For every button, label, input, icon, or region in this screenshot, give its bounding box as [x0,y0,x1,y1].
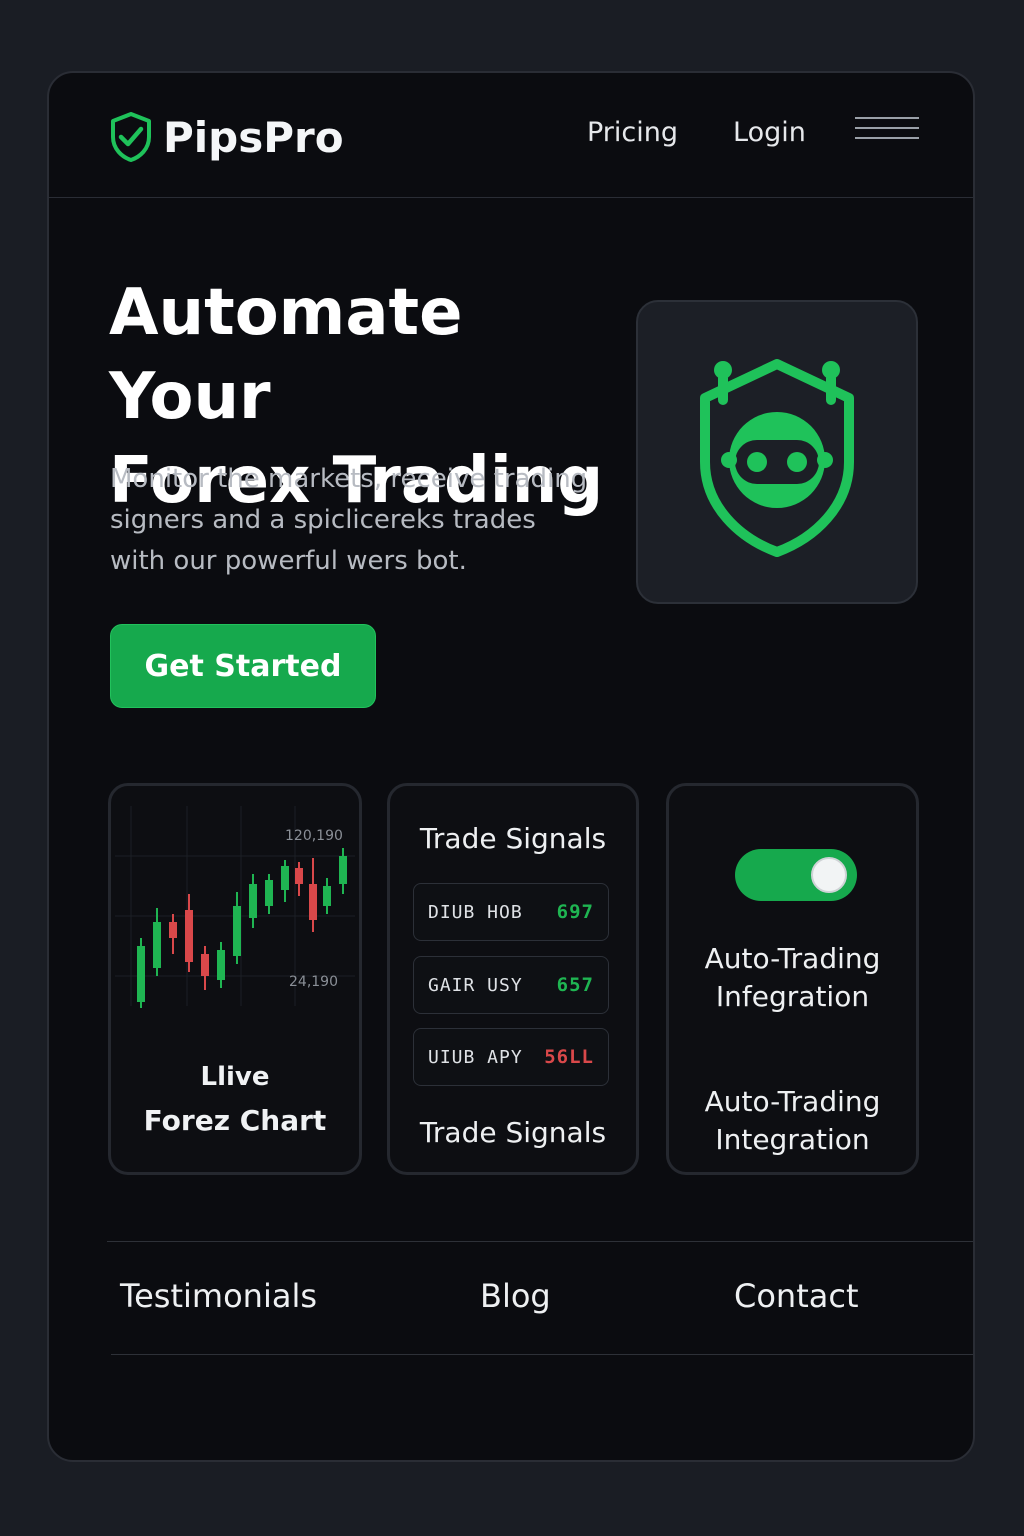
shield-check-icon [111,112,151,162]
bot-illustration-card [636,300,918,604]
robot-shield-icon [700,359,854,557]
signal-value: 657 [556,974,594,996]
footer-divider-bottom [111,1354,973,1355]
app-frame: PipsPro Pricing Login Automate Your Fore… [47,71,975,1462]
signal-value: 56LL [544,1046,594,1068]
trade-signals-title: Trade Signals [419,822,607,855]
live-label: Llive [200,1062,270,1092]
signal-row[interactable]: DIUB HOB 697 [413,883,609,941]
footer-testimonials-link[interactable]: Testimonials [120,1277,317,1315]
price-high-label: 120,190 [285,828,343,844]
hamburger-menu-icon[interactable] [855,117,919,147]
live-chart-card[interactable]: 120,190 24,190 Llive Forez Chart [108,783,362,1175]
signal-row[interactable]: UIUB APY 56LL [413,1028,609,1086]
nav-login-link[interactable]: Login [733,117,806,148]
footer-blog-link[interactable]: Blog [480,1277,551,1315]
auto-trading-card[interactable]: Auto-Trading Infegration Auto-Trading In… [666,783,919,1175]
hero-title-line1: Automate Your [109,276,463,434]
footer-divider-top [107,1241,973,1242]
signal-pair: GAIR USY [428,974,523,996]
trade-signals-card[interactable]: Trade Signals DIUB HOB 697 GAIR USY 657 … [387,783,639,1175]
trade-signals-caption: Trade Signals [419,1116,607,1149]
header: PipsPro Pricing Login [49,73,973,198]
footer-contact-link[interactable]: Contact [734,1277,859,1315]
auto-trading-caption: Auto-Trading Integration [704,1085,881,1156]
auto-trading-toggle[interactable] [735,849,857,901]
brand-name: PipsPro [163,112,344,162]
forex-chart-label: Forez Chart [143,1104,327,1137]
signal-row[interactable]: GAIR USY 657 [413,956,609,1014]
price-low-label: 24,190 [289,974,338,990]
get-started-button[interactable]: Get Started [110,624,376,708]
signal-pair: UIUB APY [428,1046,523,1068]
nav-pricing-link[interactable]: Pricing [587,117,678,148]
brand-logo[interactable]: PipsPro [109,111,344,163]
candlestick-chart: 120,190 24,190 [115,806,355,1008]
hero-subtitle: Monitor the markets, receive trading sig… [110,464,588,576]
auto-trading-label: Auto-Trading Infegration [704,942,881,1013]
toggle-knob [811,857,847,893]
signal-value: 697 [556,901,594,923]
signal-pair: DIUB HOB [428,901,523,923]
